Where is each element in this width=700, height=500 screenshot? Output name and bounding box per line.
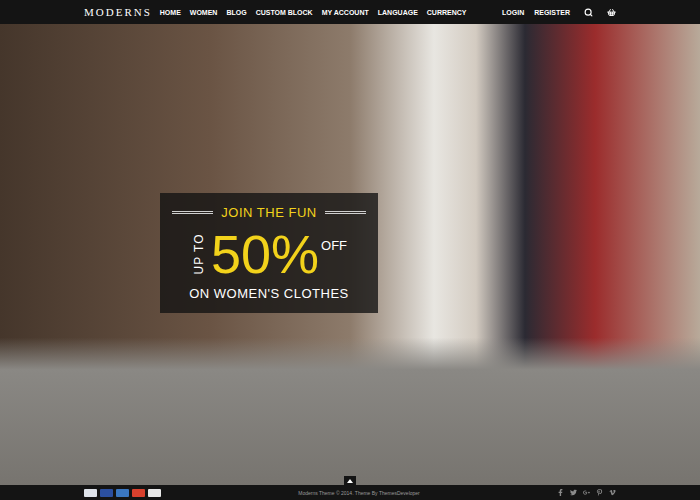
promo-kicker-row: JOIN THE FUN xyxy=(172,205,366,220)
social-link[interactable] xyxy=(557,489,564,496)
facebook-icon[interactable] xyxy=(557,489,564,496)
nav-item[interactable]: HOME xyxy=(160,9,181,16)
payment-card-icon xyxy=(116,489,129,497)
promo-prefix-slot: UP TO xyxy=(191,226,207,282)
basket-icon[interactable] xyxy=(607,8,616,17)
promo-amount-row: UP TO 50%OFF xyxy=(191,224,347,284)
logo[interactable]: MODERNS xyxy=(84,6,152,18)
google-plus-icon[interactable] xyxy=(583,489,590,496)
nav-item[interactable]: LANGUAGE xyxy=(378,9,418,16)
top-bar: MODERNS HOME WOMEN BLOG CUSTOM BLOCK MY ACCOU… xyxy=(0,0,700,24)
hero-banner: JOIN THE FUN UP TO 50%OFF ON WOMEN'S CLOTHE… xyxy=(0,24,700,485)
page: MODERNS HOME WOMEN BLOG CUSTOM BLOCK MY ACCOU… xyxy=(0,0,700,500)
nav-item[interactable]: CUSTOM BLOCK xyxy=(256,9,313,16)
account-nav: LOGIN REGISTER xyxy=(502,9,570,16)
top-bar-inner: MODERNS HOME WOMEN BLOG CUSTOM BLOCK MY ACCOU… xyxy=(84,6,616,18)
scroll-top-button[interactable] xyxy=(344,476,356,485)
payment-methods xyxy=(84,489,161,497)
payment-card-icon xyxy=(84,489,97,497)
promo-kicker: JOIN THE FUN xyxy=(221,205,316,220)
promo-prefix: UP TO xyxy=(192,233,206,274)
footer: Moderns Theme © 2014. Theme By ThemesDev… xyxy=(0,485,700,500)
promo-suffix: OFF xyxy=(321,238,347,253)
social-links xyxy=(557,489,616,496)
nav-item[interactable]: BLOG xyxy=(226,9,246,16)
vimeo-icon[interactable] xyxy=(609,489,616,496)
social-link[interactable] xyxy=(609,489,616,496)
search-button[interactable] xyxy=(584,8,593,17)
kicker-rule xyxy=(172,211,213,214)
arrow-up-icon[interactable] xyxy=(347,479,353,483)
payment-card-icon xyxy=(132,489,145,497)
social-link[interactable] xyxy=(570,489,577,496)
payment-card-icon xyxy=(100,489,113,497)
payment-card-icon xyxy=(148,489,161,497)
footer-inner: Moderns Theme © 2014. Theme By ThemesDev… xyxy=(84,489,616,497)
kicker-rule xyxy=(325,211,366,214)
nav-item[interactable]: CURRENCY xyxy=(427,9,467,16)
promo-amount: 50% xyxy=(211,224,319,284)
nav-item[interactable]: WOMEN xyxy=(190,9,218,16)
promo-caption: ON WOMEN'S CLOTHES xyxy=(189,286,349,301)
main-nav: HOME WOMEN BLOG CUSTOM BLOCK MY ACCOUNT LANGU… xyxy=(160,9,467,16)
twitter-icon[interactable] xyxy=(570,489,577,496)
search-icon[interactable] xyxy=(584,8,593,17)
social-link[interactable] xyxy=(596,489,603,496)
pinterest-icon[interactable] xyxy=(596,489,603,496)
social-link[interactable] xyxy=(583,489,590,496)
copyright: Moderns Theme © 2014. Theme By ThemesDev… xyxy=(161,490,557,496)
cart-button[interactable] xyxy=(607,8,616,17)
nav-item[interactable]: MY ACCOUNT xyxy=(322,9,369,16)
promo-box[interactable]: JOIN THE FUN UP TO 50%OFF ON WOMEN'S CLOTHE… xyxy=(160,193,378,313)
account-link[interactable]: REGISTER xyxy=(534,9,570,16)
account-link[interactable]: LOGIN xyxy=(502,9,524,16)
